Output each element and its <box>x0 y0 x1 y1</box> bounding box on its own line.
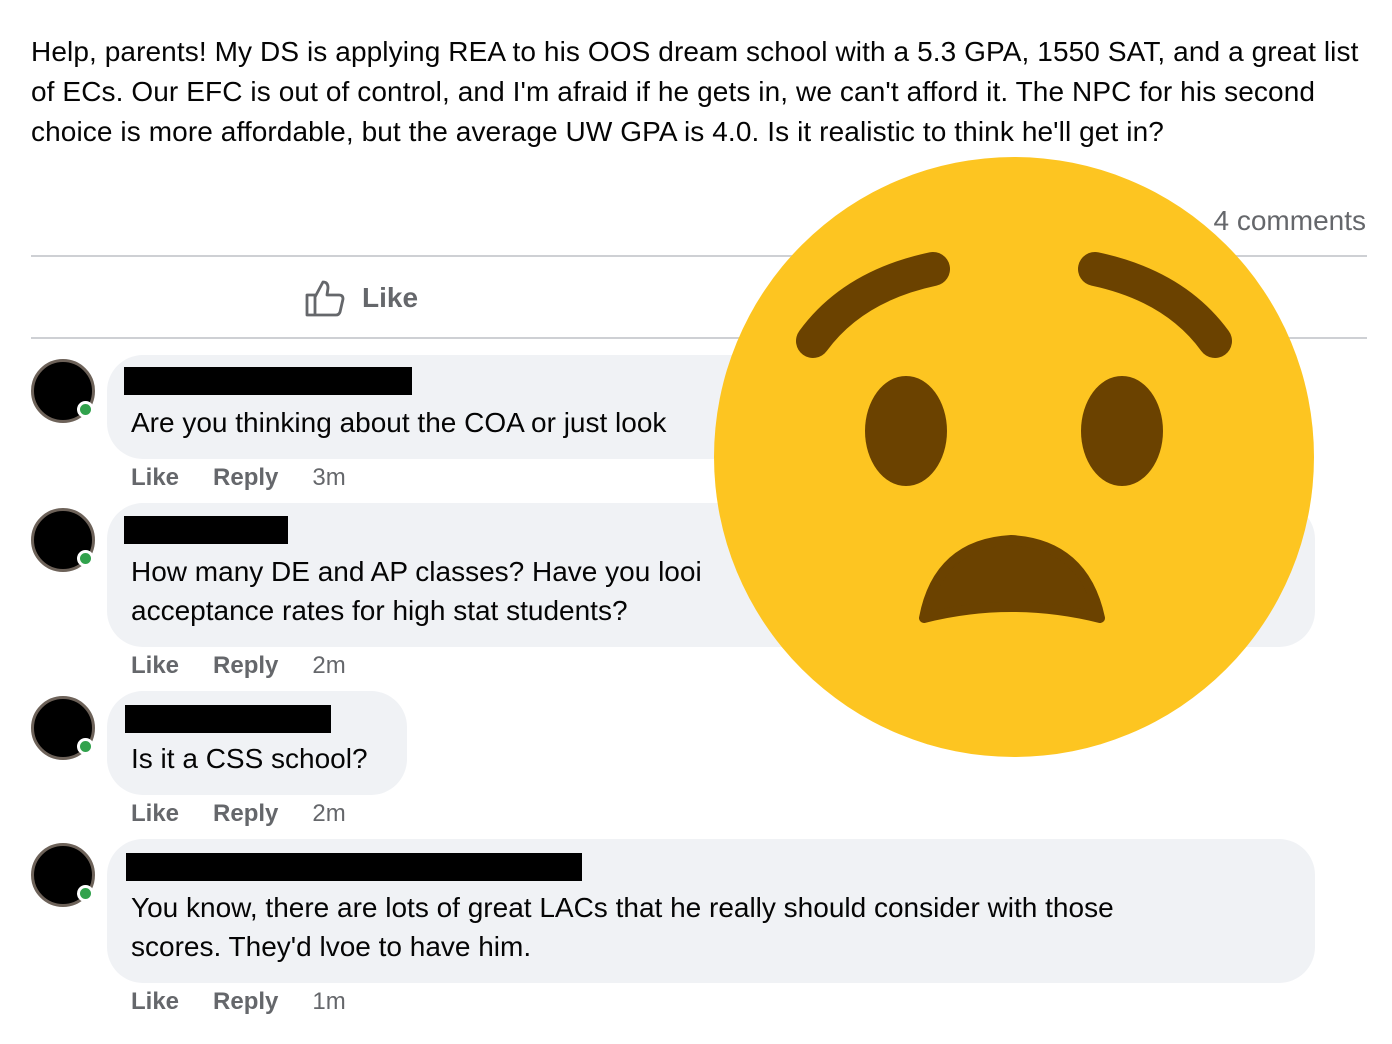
post-text: Help, parents! My DS is applying REA to … <box>31 36 1359 147</box>
comment-timestamp[interactable]: 1m <box>312 988 345 1016</box>
comment-actions: Like Reply 1m <box>131 988 346 1016</box>
post-like-button[interactable]: Like <box>304 278 418 318</box>
avatar[interactable] <box>31 843 95 907</box>
comment-actions: Like Reply 3m <box>131 464 346 492</box>
comment-like-button[interactable]: Like <box>131 800 179 828</box>
online-status-dot <box>77 401 94 418</box>
redacted-name <box>124 516 288 544</box>
comment-like-button[interactable]: Like <box>131 652 179 680</box>
comment-text-line2: scores. They'd lvoe to have him. <box>131 931 532 962</box>
avatar[interactable] <box>31 359 95 423</box>
comment-timestamp[interactable]: 3m <box>312 464 345 492</box>
redacted-name <box>124 367 412 395</box>
comment-text-line1: How many DE and AP classes? Have you loo… <box>131 556 702 587</box>
thumbs-up-icon <box>305 280 345 317</box>
emoji-left-eye <box>865 376 947 486</box>
online-status-dot <box>77 550 94 567</box>
comment-timestamp[interactable]: 2m <box>312 652 345 680</box>
comment-text: Are you thinking about the COA or just l… <box>131 407 667 438</box>
emoji-right-eye <box>1081 376 1163 486</box>
post-like-label: Like <box>362 282 419 313</box>
comment-reply-button[interactable]: Reply <box>213 988 278 1016</box>
redacted-name <box>125 705 331 733</box>
comment-timestamp[interactable]: 2m <box>312 800 345 828</box>
comment-text-line1: You know, there are lots of great LACs t… <box>131 892 1114 923</box>
anxious-face-emoji-icon <box>714 157 1314 757</box>
comment-text: Is it a CSS school? <box>131 743 368 774</box>
comment-reply-button[interactable]: Reply <box>213 800 278 828</box>
comment-bubble: You know, there are lots of great LACs t… <box>107 839 1315 983</box>
emoji-face <box>714 157 1314 757</box>
comment-bubble: Is it a CSS school? <box>107 691 407 795</box>
online-status-dot <box>77 738 94 755</box>
comment-actions: Like Reply 2m <box>131 800 346 828</box>
comment-reply-button[interactable]: Reply <box>213 464 278 492</box>
avatar[interactable] <box>31 696 95 760</box>
comment-text-line2: acceptance rates for high stat students? <box>131 595 628 626</box>
redacted-name <box>126 853 582 881</box>
comment-like-button[interactable]: Like <box>131 988 179 1016</box>
online-status-dot <box>77 885 94 902</box>
comment-like-button[interactable]: Like <box>131 464 179 492</box>
avatar[interactable] <box>31 508 95 572</box>
comment-reply-button[interactable]: Reply <box>213 652 278 680</box>
comment-actions: Like Reply 2m <box>131 652 346 680</box>
